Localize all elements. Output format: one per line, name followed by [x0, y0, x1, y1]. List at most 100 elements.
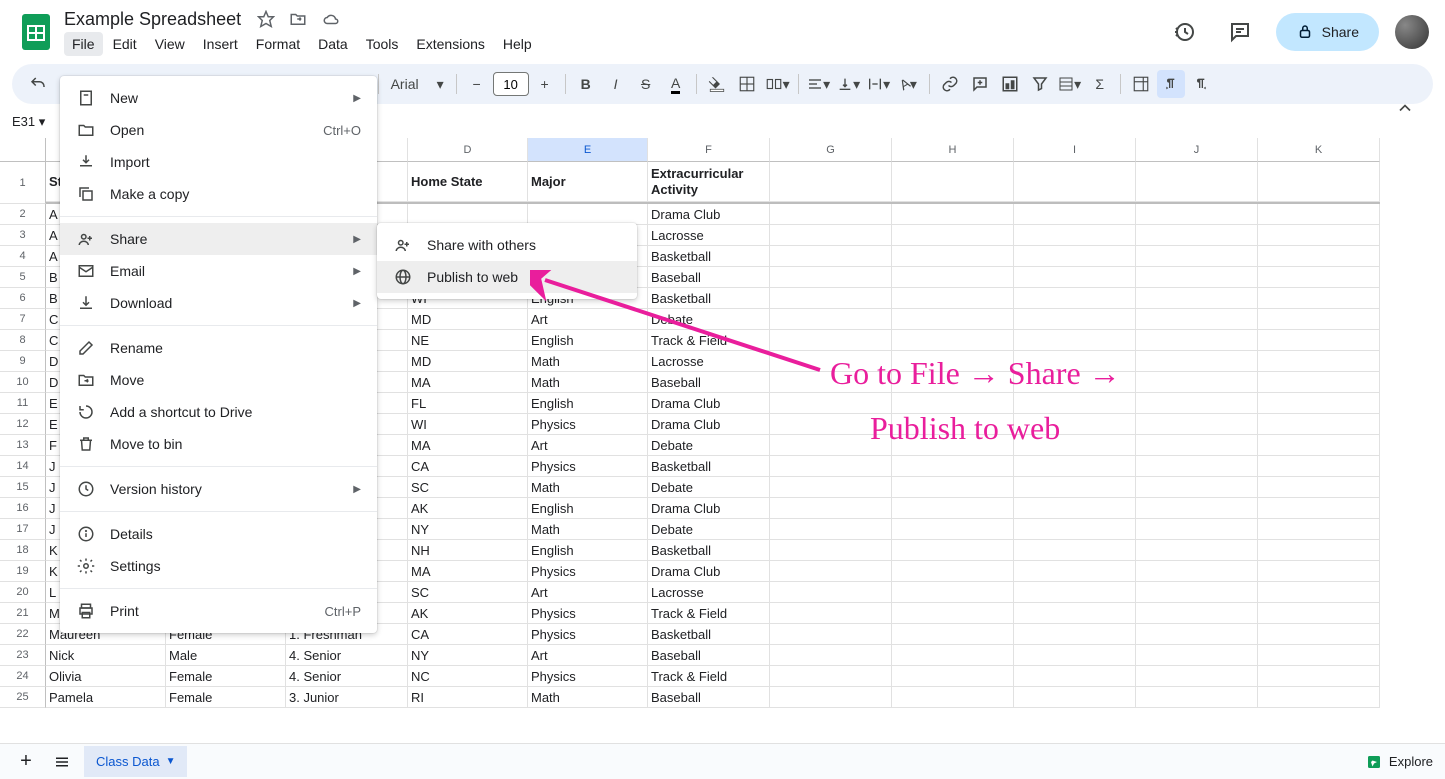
row-header[interactable]: 16: [0, 498, 46, 519]
undo-button[interactable]: [24, 70, 52, 98]
cell[interactable]: FL: [408, 393, 528, 414]
cell[interactable]: [1258, 582, 1380, 603]
cell[interactable]: [1136, 519, 1258, 540]
cell[interactable]: [892, 477, 1014, 498]
comment-button[interactable]: [966, 70, 994, 98]
cell[interactable]: Drama Club: [648, 414, 770, 435]
link-button[interactable]: [936, 70, 964, 98]
cell[interactable]: [770, 204, 892, 225]
document-title[interactable]: Example Spreadsheet: [64, 9, 241, 30]
cell[interactable]: Female: [166, 666, 286, 687]
cell[interactable]: [892, 435, 1014, 456]
cell[interactable]: Male: [166, 645, 286, 666]
cell[interactable]: [892, 351, 1014, 372]
collapse-toolbar-button[interactable]: [1385, 88, 1425, 128]
ltr-para-button[interactable]: [1157, 70, 1185, 98]
row-header[interactable]: 11: [0, 393, 46, 414]
cell[interactable]: [770, 498, 892, 519]
row-header[interactable]: 15: [0, 477, 46, 498]
cell[interactable]: [1014, 309, 1136, 330]
explore-button[interactable]: Explore: [1365, 753, 1433, 771]
cell[interactable]: [770, 645, 892, 666]
cell[interactable]: [892, 414, 1014, 435]
menu-move-to-bin[interactable]: Move to bin: [60, 428, 377, 460]
cell[interactable]: NC: [408, 666, 528, 687]
cell[interactable]: [770, 330, 892, 351]
cell[interactable]: [1258, 624, 1380, 645]
cell[interactable]: [1258, 687, 1380, 708]
cell[interactable]: [892, 645, 1014, 666]
header-cell[interactable]: Home State: [408, 162, 528, 202]
select-all-corner[interactable]: [0, 138, 46, 162]
cell[interactable]: [1136, 435, 1258, 456]
cell[interactable]: [770, 288, 892, 309]
cell[interactable]: [892, 498, 1014, 519]
cell[interactable]: [892, 582, 1014, 603]
cell[interactable]: [892, 393, 1014, 414]
cell[interactable]: [892, 309, 1014, 330]
cell[interactable]: Math: [528, 351, 648, 372]
cell[interactable]: Art: [528, 309, 648, 330]
cell[interactable]: Drama Club: [648, 561, 770, 582]
cell[interactable]: Physics: [528, 414, 648, 435]
cell[interactable]: Debate: [648, 519, 770, 540]
cell[interactable]: Track & Field: [648, 666, 770, 687]
cell[interactable]: Math: [528, 477, 648, 498]
cell[interactable]: [1136, 624, 1258, 645]
row-header[interactable]: 18: [0, 540, 46, 561]
share-button[interactable]: Share: [1276, 13, 1379, 51]
cell[interactable]: [1136, 372, 1258, 393]
cell[interactable]: [1014, 477, 1136, 498]
cell[interactable]: Physics: [528, 624, 648, 645]
cell[interactable]: Drama Club: [648, 393, 770, 414]
cell[interactable]: [770, 582, 892, 603]
cell[interactable]: NE: [408, 330, 528, 351]
cell[interactable]: [1258, 645, 1380, 666]
cell[interactable]: [770, 225, 892, 246]
menu-new[interactable]: New▶: [60, 82, 377, 114]
cell[interactable]: Baseball: [648, 372, 770, 393]
cell[interactable]: Math: [528, 519, 648, 540]
row-header[interactable]: 14: [0, 456, 46, 477]
cell[interactable]: [892, 561, 1014, 582]
cell[interactable]: Lacrosse: [648, 225, 770, 246]
cell[interactable]: Math: [528, 372, 648, 393]
header-cell[interactable]: [1136, 162, 1258, 202]
menu-download[interactable]: Download▶: [60, 287, 377, 319]
cell[interactable]: [1014, 225, 1136, 246]
row-header[interactable]: 4: [0, 246, 46, 267]
row-header[interactable]: 8: [0, 330, 46, 351]
row-header[interactable]: 19: [0, 561, 46, 582]
header-cell[interactable]: Major: [528, 162, 648, 202]
cell[interactable]: WI: [408, 414, 528, 435]
cell[interactable]: [1136, 204, 1258, 225]
name-box[interactable]: E31 ▾: [12, 110, 50, 134]
cell[interactable]: Female: [166, 687, 286, 708]
cell[interactable]: [1014, 393, 1136, 414]
cell[interactable]: Physics: [528, 456, 648, 477]
valign-button[interactable]: ▾: [835, 70, 863, 98]
row-header[interactable]: 1: [0, 162, 46, 204]
menubar-file[interactable]: File: [64, 32, 103, 56]
cell[interactable]: [1258, 540, 1380, 561]
cell[interactable]: [1258, 309, 1380, 330]
row-header[interactable]: 24: [0, 666, 46, 687]
column-header[interactable]: D: [408, 138, 528, 162]
cell[interactable]: Debate: [648, 435, 770, 456]
row-header[interactable]: 22: [0, 624, 46, 645]
cell[interactable]: CA: [408, 456, 528, 477]
cell[interactable]: [408, 204, 528, 225]
cell[interactable]: Basketball: [648, 288, 770, 309]
cell[interactable]: Physics: [528, 603, 648, 624]
strikethrough-button[interactable]: S: [632, 70, 660, 98]
column-header[interactable]: J: [1136, 138, 1258, 162]
cell[interactable]: [892, 519, 1014, 540]
cell[interactable]: [1136, 687, 1258, 708]
column-header[interactable]: G: [770, 138, 892, 162]
cell[interactable]: [892, 246, 1014, 267]
cell[interactable]: MA: [408, 435, 528, 456]
cell[interactable]: [1136, 603, 1258, 624]
cell[interactable]: [1136, 414, 1258, 435]
cell[interactable]: Math: [528, 687, 648, 708]
cell[interactable]: [1258, 435, 1380, 456]
